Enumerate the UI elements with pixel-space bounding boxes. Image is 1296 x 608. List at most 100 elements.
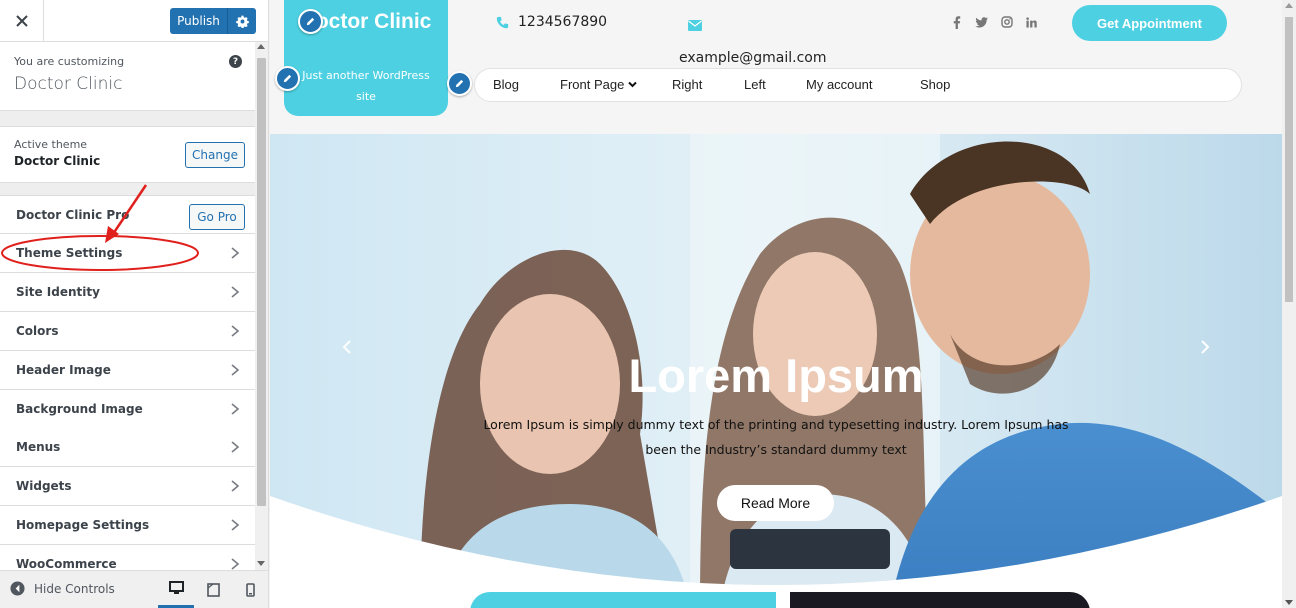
instagram-icon[interactable] <box>1000 15 1013 29</box>
nav-item-left[interactable]: Left <box>744 77 766 92</box>
chevron-right-icon <box>231 441 240 453</box>
sidebar-item-label: Background Image <box>16 402 143 416</box>
sidebar-item-label: Site Identity <box>16 285 100 299</box>
sidebar-item-menus[interactable]: Menus <box>0 428 255 467</box>
slider-next-icon[interactable] <box>1198 339 1212 355</box>
sidebar-item-label: Menus <box>16 440 61 454</box>
sidebar-item-theme-settings[interactable]: Theme Settings <box>0 234 255 273</box>
sidebar-item-label: Widgets <box>16 479 72 493</box>
pencil-icon <box>283 74 292 83</box>
publish-button[interactable]: Publish <box>170 8 227 34</box>
chevron-right-icon <box>231 247 240 259</box>
help-icon[interactable]: ? <box>229 55 242 68</box>
service-card-left <box>470 592 776 608</box>
chevron-right-icon <box>231 403 240 415</box>
scroll-down-arrow-icon[interactable] <box>257 561 265 566</box>
social-icons <box>950 15 1038 29</box>
nav-item-right[interactable]: Right <box>672 77 702 92</box>
nav-item-my-account[interactable]: My account <box>806 77 872 92</box>
hide-controls-button[interactable]: Hide Controls <box>10 581 115 596</box>
hero-slider: Lorem Ipsum Lorem Ipsum is simply dummy … <box>270 134 1282 608</box>
customizer-panel: You are customizing Doctor Clinic ? Acti… <box>0 42 255 570</box>
scroll-up-arrow-icon[interactable] <box>1285 3 1293 8</box>
sidebar-item-woocommerce[interactable]: WooCommerce <box>0 545 255 570</box>
chevron-right-icon <box>231 519 240 531</box>
sidebar-scrollbar[interactable] <box>255 42 268 570</box>
nav-item-front-page[interactable]: Front Page <box>560 77 638 92</box>
sidebar-item-site-identity[interactable]: Site Identity <box>0 273 255 312</box>
preview-mobile-button[interactable] <box>232 571 268 608</box>
slider-prev-icon[interactable] <box>340 339 354 355</box>
linkedin-icon[interactable] <box>1025 15 1038 29</box>
twitter-icon[interactable] <box>975 15 988 29</box>
customizer-footer: Hide Controls <box>0 570 268 608</box>
sidebar-item-label: Theme Settings <box>16 246 123 260</box>
customizer-sidebar: Publish You are customizing Doctor Clini… <box>0 0 269 608</box>
sidebar-item-background-image[interactable]: Background Image <box>0 390 255 429</box>
active-theme-name: Doctor Clinic <box>14 154 101 168</box>
active-theme-panel: Active theme Doctor Clinic Change <box>0 126 255 183</box>
chevron-down-icon <box>628 81 638 88</box>
scroll-up-arrow-icon[interactable] <box>257 44 265 49</box>
preview-desktop-button[interactable] <box>158 571 194 608</box>
pro-section: Doctor Clinic Pro Go Pro <box>0 195 255 234</box>
pencil-icon <box>306 17 315 26</box>
site-preview: Doctor Clinic Just another WordPress sit… <box>270 0 1282 608</box>
sidebar-item-label: WooCommerce <box>16 557 117 570</box>
publish-settings-button[interactable] <box>227 8 256 34</box>
customizer-header: Publish <box>0 0 268 42</box>
read-more-button[interactable]: Read More <box>717 485 834 521</box>
contact-email-icon-wrap <box>688 16 702 35</box>
sidebar-item-colors[interactable]: Colors <box>0 312 255 351</box>
sidebar-item-homepage-settings[interactable]: Homepage Settings <box>0 506 255 545</box>
sidebar-item-label: Homepage Settings <box>16 518 150 532</box>
nav-item-label: Front Page <box>560 77 625 92</box>
phone-icon <box>496 16 509 28</box>
tablet-icon <box>206 582 220 597</box>
customizing-site-title: Doctor Clinic <box>14 74 123 94</box>
main-navigation: Blog Front Page Right Left My account Sh… <box>474 68 1242 102</box>
pro-section-label: Doctor Clinic Pro <box>16 208 130 222</box>
scrollbar-thumb[interactable] <box>1285 17 1293 302</box>
chevron-right-icon <box>231 325 240 337</box>
contact-email: example@gmail.com <box>679 50 827 66</box>
nav-item-blog[interactable]: Blog <box>493 77 519 92</box>
chevron-right-icon <box>231 364 240 376</box>
collapse-arrow-icon <box>10 581 25 596</box>
get-appointment-button[interactable]: Get Appointment <box>1072 5 1227 41</box>
desktop-icon <box>168 581 184 594</box>
service-card-right <box>790 592 1090 608</box>
nav-item-shop[interactable]: Shop <box>920 77 950 92</box>
active-theme-label: Active theme <box>14 138 88 151</box>
contact-phone: 1234567890 <box>496 14 607 30</box>
envelope-icon <box>688 20 702 31</box>
scroll-down-arrow-icon[interactable] <box>1285 600 1293 605</box>
preview-scrollbar[interactable] <box>1282 0 1296 608</box>
close-customizer-button[interactable] <box>0 0 44 42</box>
sidebar-item-label: Colors <box>16 324 59 338</box>
go-pro-button[interactable]: Go Pro <box>189 204 245 230</box>
phone-number: 1234567890 <box>518 14 608 30</box>
site-tagline: Just another WordPress site <box>302 69 430 103</box>
pencil-icon <box>455 79 464 88</box>
hero-description: Lorem Ipsum is simply dummy text of the … <box>483 417 1069 457</box>
customizing-info: You are customizing Doctor Clinic ? <box>0 42 255 111</box>
close-icon <box>15 15 28 27</box>
change-theme-button[interactable]: Change <box>185 142 245 168</box>
edit-menu-button[interactable] <box>447 71 472 96</box>
mobile-icon <box>245 582 255 597</box>
scrollbar-thumb[interactable] <box>257 58 266 506</box>
edit-site-title-button[interactable] <box>298 9 323 34</box>
sidebar-item-widgets[interactable]: Widgets <box>0 467 255 506</box>
customizing-label: You are customizing <box>14 55 125 68</box>
edit-tagline-button[interactable] <box>275 66 300 91</box>
chevron-right-icon <box>231 286 240 298</box>
sidebar-item-header-image[interactable]: Header Image <box>0 351 255 390</box>
chevron-right-icon <box>231 480 240 492</box>
hero-heading: Lorem Ipsum <box>628 349 924 402</box>
chevron-right-icon <box>231 558 240 570</box>
preview-tablet-button[interactable] <box>195 571 231 608</box>
facebook-icon[interactable] <box>950 15 963 29</box>
hide-controls-label: Hide Controls <box>34 581 115 596</box>
publish-button-group: Publish <box>170 8 256 34</box>
